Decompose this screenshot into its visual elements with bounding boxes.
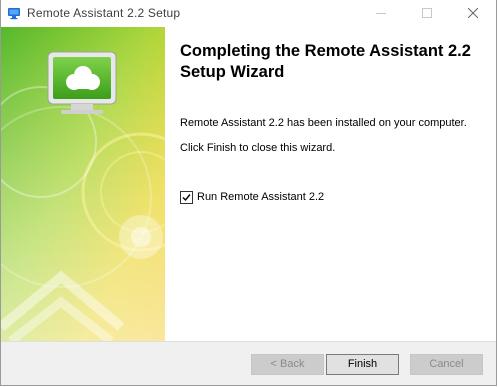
finish-instruction-text: Click Finish to close this wizard. [180,142,336,154]
installed-text: Remote Assistant 2.2 has been installed … [180,117,467,129]
page-title: Completing the Remote Assistant 2.2 Setu… [180,42,471,81]
close-button[interactable] [450,0,496,27]
wizard-content: Completing the Remote Assistant 2.2 Setu… [165,27,496,341]
run-app-checkbox[interactable] [180,191,193,204]
maximize-icon [422,8,432,18]
back-button[interactable]: < Back [251,354,324,375]
window-title: Remote Assistant 2.2 Setup [27,6,181,20]
maximize-button[interactable] [404,0,450,27]
monitor-icon [7,6,21,20]
button-bar: < Back Finish Cancel [1,341,496,385]
wizard-banner [1,27,165,341]
cancel-button[interactable]: Cancel [410,354,483,375]
finish-button[interactable]: Finish [326,354,399,375]
close-icon [468,8,478,18]
run-app-label[interactable]: Run Remote Assistant 2.2 [197,191,324,203]
minimize-icon [376,13,386,14]
setup-window: Remote Assistant 2.2 Setup Completing th… [0,0,497,386]
minimize-button[interactable] [358,0,404,27]
title-bar[interactable]: Remote Assistant 2.2 Setup [1,0,496,27]
checkmark-icon [182,194,191,202]
